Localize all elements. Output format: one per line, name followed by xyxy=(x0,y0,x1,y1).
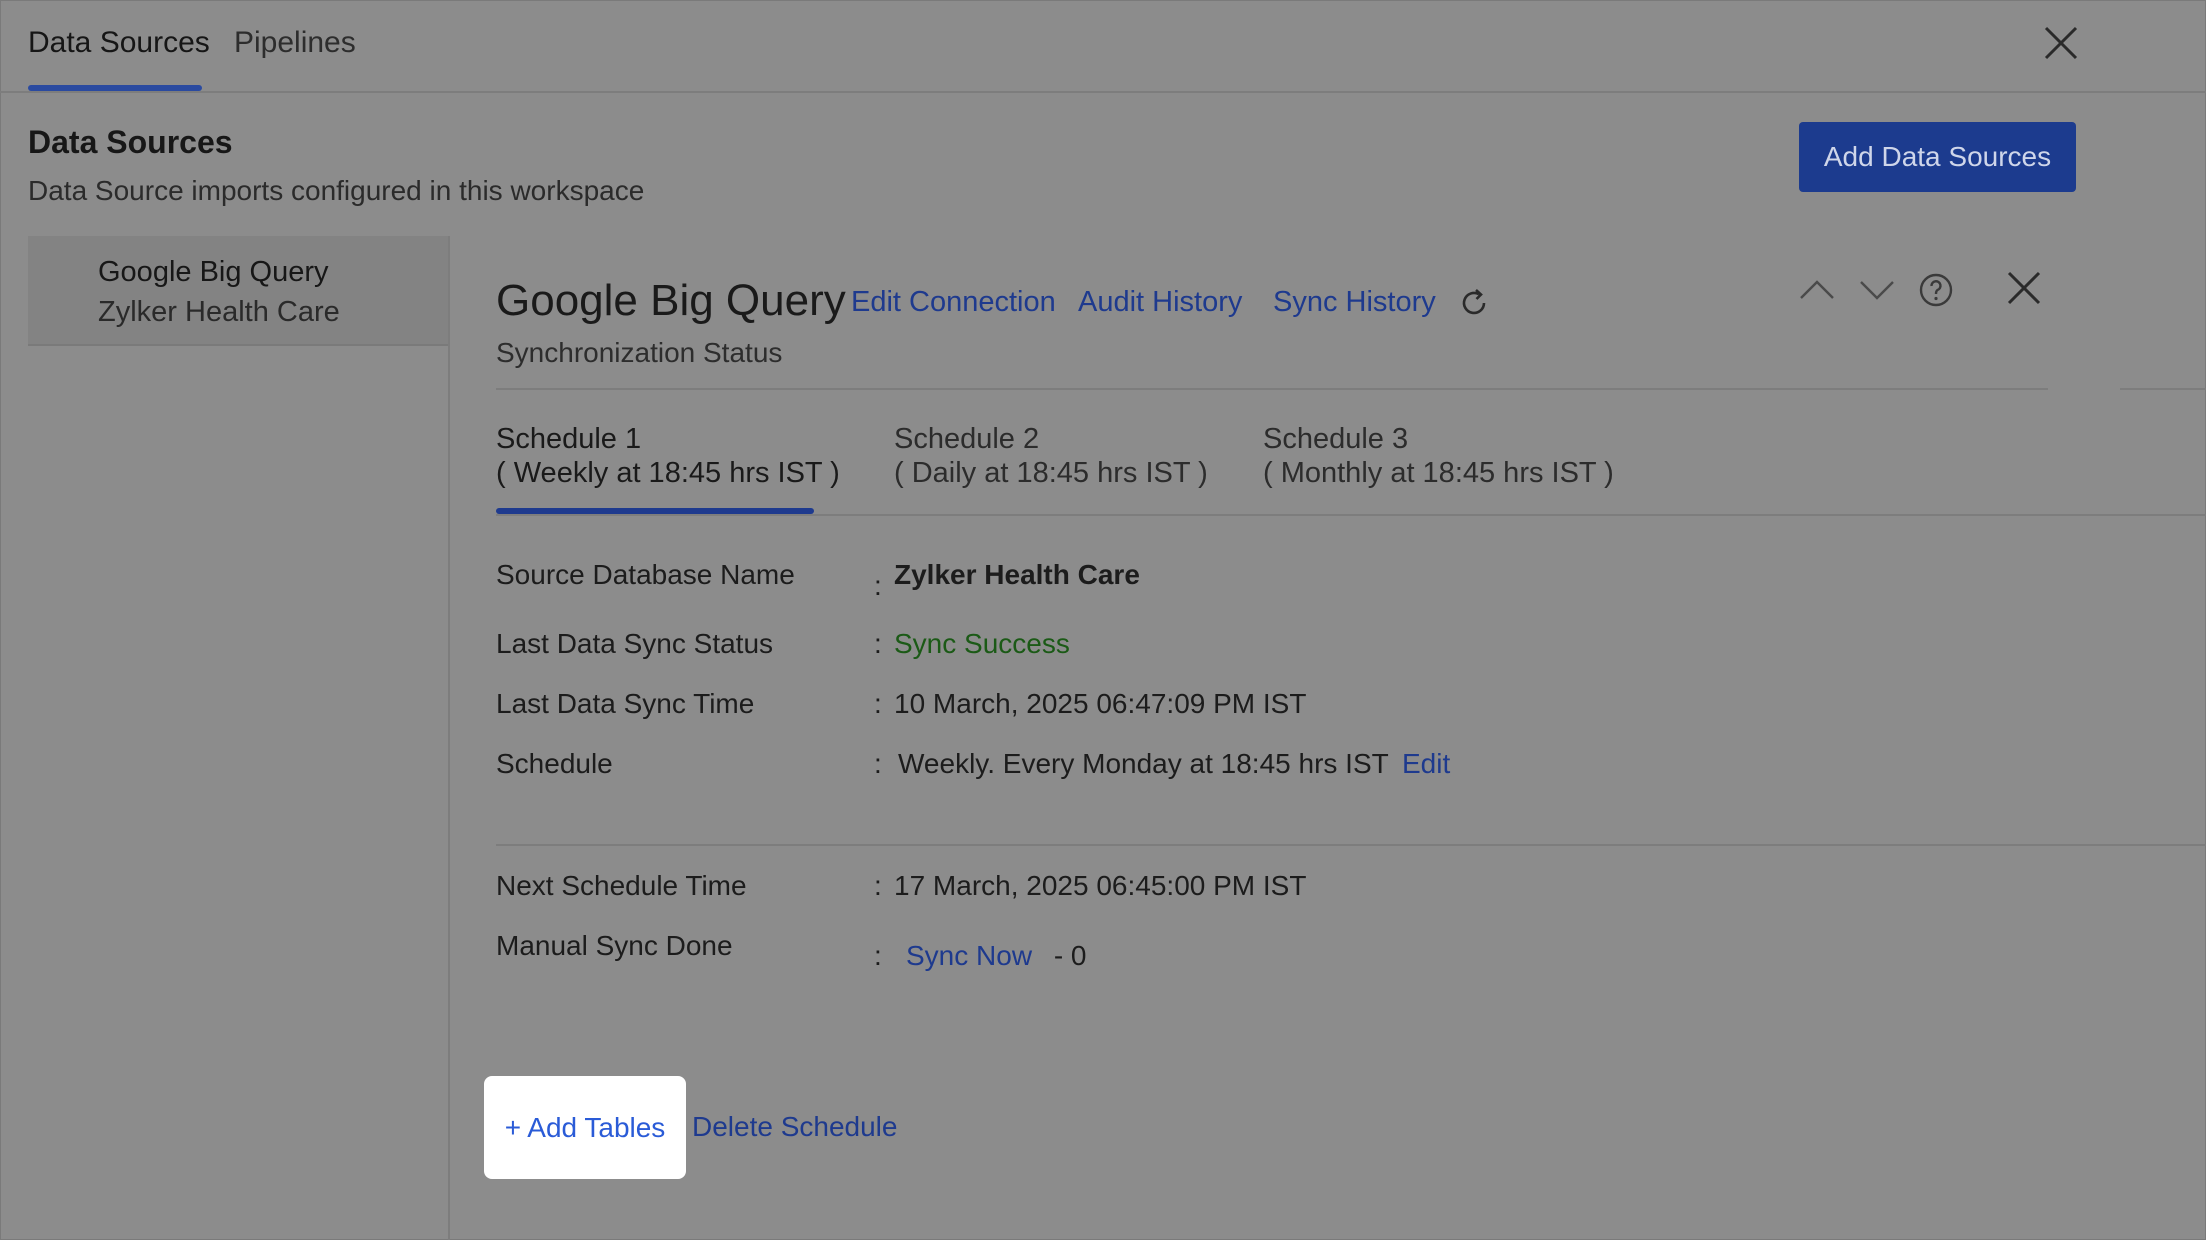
schedule-desc: ( Daily at 18:45 hrs IST ) xyxy=(894,457,1208,489)
delete-schedule-link[interactable]: Delete Schedule xyxy=(692,1111,897,1143)
manual-sync-count: - 0 xyxy=(1053,940,1087,971)
close-icon[interactable] xyxy=(2044,26,2078,60)
page-subtitle: Data Source imports configured in this w… xyxy=(28,175,645,206)
add-tables-button[interactable]: + Add Tables xyxy=(484,1076,686,1179)
last-sync-time-value: 10 March, 2025 06:47:09 PM IST xyxy=(894,688,1307,719)
audit-history-link[interactable]: Audit History xyxy=(1078,286,1242,319)
field-colon: : xyxy=(874,688,882,719)
tab-schedule-2[interactable]: Schedule 2 ( Daily at 18:45 hrs IST ) xyxy=(894,422,1208,490)
manual-sync-label: Manual Sync Done xyxy=(496,930,733,961)
tab-data-sources[interactable]: Data Sources xyxy=(28,26,210,60)
active-tab-indicator xyxy=(28,85,202,91)
close-panel-icon[interactable] xyxy=(2007,271,2041,305)
manual-sync-value-row: Sync Now - 0 xyxy=(906,940,1087,972)
top-tab-bar: Data Sources Pipelines xyxy=(0,0,2206,93)
tab-pipelines[interactable]: Pipelines xyxy=(234,26,356,60)
next-schedule-time-value: 17 March, 2025 06:45:00 PM IST xyxy=(894,870,1307,901)
schedule-label: Schedule xyxy=(496,748,613,779)
sync-history-link[interactable]: Sync History xyxy=(1273,286,1436,319)
schedule-value-row: Weekly. Every Monday at 18:45 hrs IST Ed… xyxy=(898,748,1450,780)
edit-connection-link[interactable]: Edit Connection xyxy=(851,286,1056,319)
fields-divider xyxy=(496,844,2206,846)
schedule-value: Weekly. Every Monday at 18:45 hrs IST xyxy=(898,748,1389,779)
schedule-name: Schedule 2 xyxy=(894,423,1040,455)
tab-schedule-1[interactable]: Schedule 1 ( Weekly at 18:45 hrs IST ) xyxy=(496,422,840,490)
tab-schedule-3[interactable]: Schedule 3 ( Monthly at 18:45 hrs IST ) xyxy=(1263,422,1614,490)
header-divider-right xyxy=(2120,388,2206,390)
help-icon[interactable] xyxy=(1918,272,1954,308)
last-sync-status-label: Last Data Sync Status xyxy=(496,628,774,659)
schedule-name: Schedule 3 xyxy=(1263,423,1409,455)
schedule-tabs-divider xyxy=(496,514,2206,516)
next-schedule-time-label: Next Schedule Time xyxy=(496,870,747,901)
schedule-desc: ( Monthly at 18:45 hrs IST ) xyxy=(1263,457,1614,489)
last-sync-status-value: Sync Success xyxy=(894,628,1070,659)
source-db-label: Source Database Name xyxy=(496,559,795,590)
header-divider xyxy=(496,388,2048,390)
schedule-name: Schedule 1 xyxy=(496,423,642,455)
source-db-value: Zylker Health Care xyxy=(894,559,1140,590)
schedule-desc: ( Weekly at 18:45 hrs IST ) xyxy=(496,457,840,489)
refresh-icon[interactable] xyxy=(1457,286,1491,320)
sidebar-item-title: Google Big Query xyxy=(98,256,329,288)
field-colon: : xyxy=(874,940,882,971)
last-sync-time-label: Last Data Sync Time xyxy=(496,688,755,719)
chevron-down-icon[interactable] xyxy=(1859,278,1895,302)
page-title: Data Sources xyxy=(28,124,233,160)
chevron-up-icon[interactable] xyxy=(1799,278,1835,302)
add-data-sources-button[interactable]: Add Data Sources xyxy=(1799,122,2076,192)
sidebar-item-subtitle: Zylker Health Care xyxy=(98,296,340,328)
sidebar-divider xyxy=(448,236,450,1240)
synchronization-status-label: Synchronization Status xyxy=(496,337,783,368)
sidebar-item-google-big-query[interactable]: Google Big Query Zylker Health Care xyxy=(28,236,448,346)
field-colon: : xyxy=(874,748,882,779)
field-colon: : xyxy=(874,870,882,901)
sync-now-link[interactable]: Sync Now xyxy=(906,940,1032,971)
field-colon: : xyxy=(874,570,882,601)
field-colon: : xyxy=(874,628,882,659)
detail-title: Google Big Query xyxy=(496,276,846,325)
edit-schedule-link[interactable]: Edit xyxy=(1402,748,1450,779)
